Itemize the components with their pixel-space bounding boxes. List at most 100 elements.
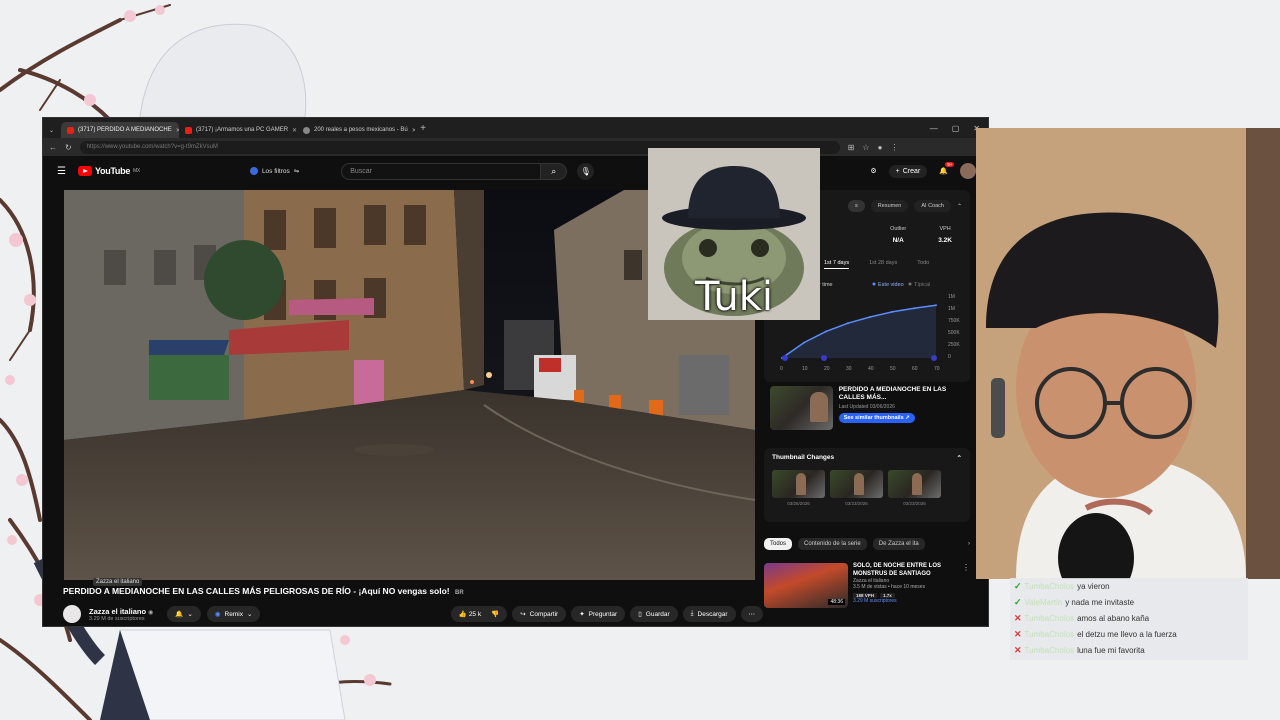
dislike-button[interactable]: 👎 <box>491 610 499 618</box>
menu-dots-icon[interactable]: ⋮ <box>890 143 898 152</box>
similar-thumbnails-label: See similar thumbnails <box>843 414 904 421</box>
save-label: Guardar <box>645 610 670 618</box>
tab-bar: ⌄ (3717) PERDIDO A MEDIANOCHE ✕ (3717) ¡… <box>43 118 988 138</box>
ask-label: Preguntar <box>588 610 618 618</box>
tab-youtube-pc[interactable]: (3717) ¡Armamos una PC GAMER ✕ <box>179 122 297 138</box>
chat-username: TumbaCholos <box>1024 613 1075 623</box>
channel-avatar[interactable] <box>63 605 81 623</box>
range-tabs: 1st 7 days 1st 28 days Todo <box>824 260 929 269</box>
thumbnail-info: PERDIDO A MEDIANOCHE EN LAS CALLES MÁS..… <box>838 386 970 438</box>
chip-series[interactable]: Contenido de la serie <box>798 538 867 550</box>
thumbnail-change-date: 03/23/2026 <box>903 501 926 506</box>
like-button[interactable]: 👍 25 k <box>459 610 481 618</box>
range-handle[interactable] <box>821 355 827 361</box>
reload-icon[interactable]: ↻ <box>65 143 72 152</box>
download-button[interactable]: ⤓ Descargar <box>682 606 736 622</box>
ask-button[interactable]: ✦ Preguntar <box>571 606 626 622</box>
y-tick-label: 750K <box>948 318 960 324</box>
profile-icon[interactable]: ● <box>878 143 883 152</box>
tab-resumen[interactable]: Resumen <box>870 200 909 212</box>
extensions-icon[interactable]: ⊞ <box>848 143 855 152</box>
share-button[interactable]: ↪ Compartir <box>512 606 567 622</box>
recommended-video[interactable]: 48:36 SOLO, DE NOCHE ENTRE LOS MONSTRUS … <box>764 563 970 608</box>
maximize-icon[interactable]: ▢ <box>952 124 960 133</box>
bookmark-icon: ▯ <box>638 611 642 618</box>
back-icon[interactable]: ← <box>49 143 57 152</box>
chat-message: ✕ TumbaCholos luna fue mi favorita <box>1014 642 1244 658</box>
range-7-days[interactable]: 1st 7 days <box>824 260 850 269</box>
tab-youtube-video[interactable]: (3717) PERDIDO A MEDIANOCHE ✕ <box>61 122 179 138</box>
chevron-right-icon[interactable]: › <box>968 541 970 547</box>
outlier-label: Outlier <box>890 226 907 232</box>
series-point <box>869 316 871 319</box>
tab-list-chevron[interactable]: ⌄ <box>45 122 61 138</box>
range-handle[interactable] <box>931 355 937 361</box>
remix-button[interactable]: ◉ Remix ⌄ <box>206 606 261 622</box>
series-point <box>913 307 915 310</box>
chip-all[interactable]: Todos <box>764 538 793 550</box>
video-thumbnail[interactable] <box>770 386 833 430</box>
vph-stat: VPH 3.2K <box>938 226 952 244</box>
search-input[interactable]: Buscar <box>341 162 542 180</box>
chip-channel[interactable]: De Zazza el ita <box>872 538 925 550</box>
tab-label: (3717) ¡Armamos una PC GAMER <box>196 127 289 133</box>
thumbnail-change-item[interactable]: 03/23/2026 <box>888 470 941 506</box>
sparkle-icon: ✦ <box>579 611 585 618</box>
save-button[interactable]: ▯ Guardar <box>630 606 678 622</box>
thumbnail-change-item[interactable]: 03/26/2026 <box>772 470 825 506</box>
new-tab-button[interactable]: + <box>415 123 431 134</box>
account-avatar[interactable] <box>960 163 976 179</box>
extension-icon[interactable]: ⚙ <box>870 167 876 175</box>
x-tick-label: 50 <box>890 366 896 372</box>
tab-ai-coach[interactable]: AI Coach <box>914 200 951 212</box>
remix-icon: ◉ <box>214 611 221 618</box>
url-text: https://www.youtube.com/watch?v=g-t9mZkV… <box>86 144 218 150</box>
thumbnail-changes-header: Thumbnail Changes ⌃ <box>772 454 962 462</box>
share-icon: ↪ <box>520 611 526 618</box>
youtube-logo[interactable]: YouTube MX <box>77 166 140 176</box>
chat-text: ya vieron <box>1077 581 1110 591</box>
video-actions: 👍 25 k 👎 ↪ Compartir ✦ Preguntar ▯ Guardar … <box>450 606 763 622</box>
search-button[interactable]: ⌕ <box>541 162 568 180</box>
youtube-play-icon <box>77 166 92 176</box>
voice-search-button[interactable]: 🎙 <box>577 162 595 180</box>
thumbnail-updated: Last Updated 03/06/2026 <box>838 403 895 410</box>
video-title: PERDIDO A MEDIANOCHE EN LAS CALLES MÁS P… <box>63 586 753 596</box>
tab-stats[interactable]: s <box>848 200 865 212</box>
bookmark-star-icon[interactable]: ☆ <box>862 143 869 152</box>
chat-message: ✓ ValeMartin y nada me invitaste <box>1014 594 1244 610</box>
thumbnail-person <box>810 392 828 422</box>
share-label: Compartir <box>529 610 559 618</box>
chat-text: luna fue mi favorita <box>1077 645 1145 655</box>
range-all[interactable]: Todo <box>917 260 929 269</box>
subscribe-bell-button[interactable]: 🔔 ⌄ <box>167 606 201 622</box>
tab-currency-search[interactable]: 200 reales a pesos mexicanos - Bú ✕ <box>297 122 415 138</box>
collapse-icon[interactable]: ⌃ <box>957 203 962 210</box>
chat-username: TumbaCholos <box>1024 629 1075 639</box>
thumbnail-change-item[interactable]: 03/23/2026 <box>830 470 883 506</box>
tab-label: (3717) PERDIDO A MEDIANOCHE <box>78 127 172 133</box>
more-options-icon[interactable]: ⋮ <box>962 563 970 608</box>
create-button[interactable]: + Crear <box>888 164 928 178</box>
more-actions-button[interactable]: ⋯ <box>740 606 763 622</box>
search-icon: ⌕ <box>551 165 557 176</box>
recommended-subs: 3.29 M suscriptores <box>853 598 897 605</box>
notifications-bell-icon[interactable]: 🔔 9+ <box>939 162 955 175</box>
frog-caption: Tuki <box>695 274 773 320</box>
x-tick-label: 20 <box>824 366 830 372</box>
minimize-icon[interactable]: — <box>930 124 938 133</box>
hamburger-menu-icon[interactable]: ☰ <box>57 166 66 177</box>
similar-thumbnails-button[interactable]: See similar thumbnails ↗ <box>838 412 915 424</box>
chat-status-icon: ✓ <box>1014 580 1022 591</box>
channel-name[interactable]: Zazza el italiano ◉ <box>89 607 153 616</box>
range-28-days[interactable]: 1st 28 days <box>869 260 897 269</box>
chat-status-icon: ✕ <box>1014 644 1022 655</box>
series-point <box>847 322 849 325</box>
range-handle[interactable] <box>782 355 788 361</box>
filters-button[interactable]: Los filtros ⇋ <box>249 167 299 175</box>
legend-typical: Típical <box>914 282 930 288</box>
thumbnail-changes-title: Thumbnail Changes <box>772 454 835 461</box>
collapse-icon[interactable]: ⌃ <box>957 454 962 462</box>
chat-status-icon: ✓ <box>1014 596 1022 607</box>
recommendation-chips: Todos Contenido de la serie De Zazza el … <box>764 538 970 550</box>
